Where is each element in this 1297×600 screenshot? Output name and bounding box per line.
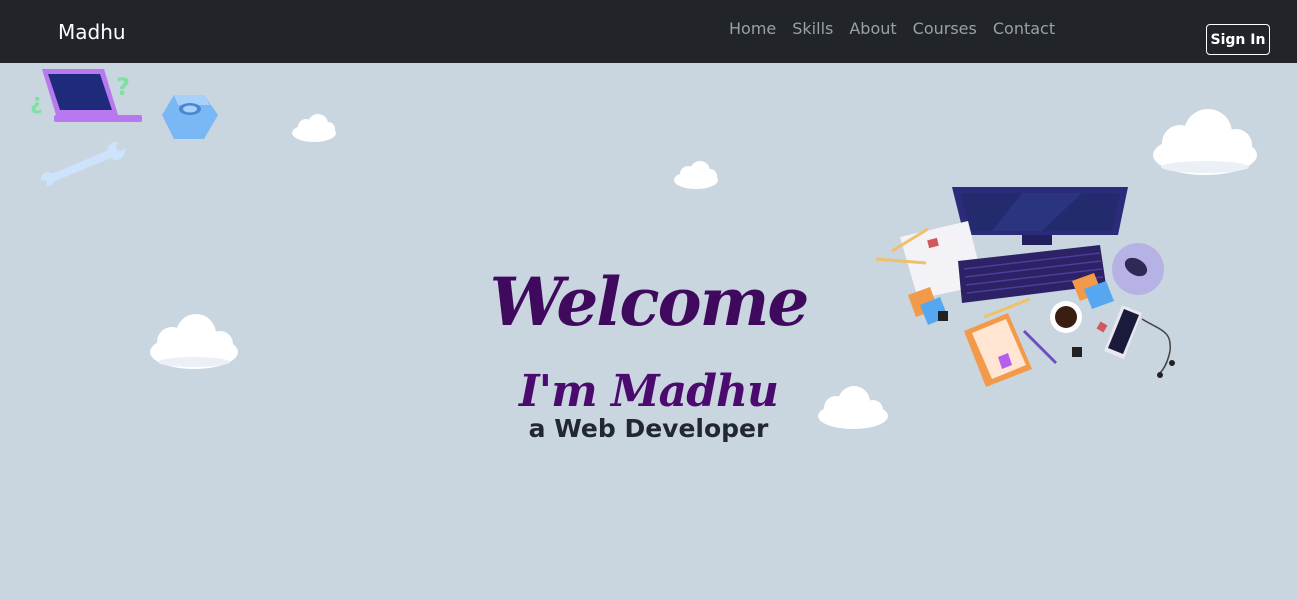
cloud-icon <box>1153 109 1257 175</box>
role-subheading: a Web Developer <box>528 414 769 443</box>
nav-link-courses[interactable]: Courses <box>905 16 985 42</box>
svg-text:?: ? <box>116 73 130 101</box>
cloud-icon <box>292 114 336 142</box>
nav-link-contact[interactable]: Contact <box>985 16 1063 42</box>
svg-text:¿: ¿ <box>30 90 43 115</box>
sign-in-button[interactable]: Sign In <box>1206 24 1270 55</box>
wrench-icon <box>41 142 125 186</box>
hero-section: ? ¿ Welcome I'm Madhu a Web Developer <box>0 63 1297 600</box>
nut-icon <box>162 95 218 139</box>
nav-link-skills[interactable]: Skills <box>784 16 841 42</box>
cloud-icon <box>674 161 718 189</box>
nav-link-home[interactable]: Home <box>721 16 784 42</box>
top-navbar: Madhu Home Skills About Courses Contact … <box>0 0 1297 63</box>
brand-link[interactable]: Madhu <box>58 18 126 46</box>
welcome-heading: Welcome <box>489 263 810 342</box>
nav-links: Home Skills About Courses Contact <box>721 16 1063 42</box>
nav-link-about[interactable]: About <box>841 16 904 42</box>
